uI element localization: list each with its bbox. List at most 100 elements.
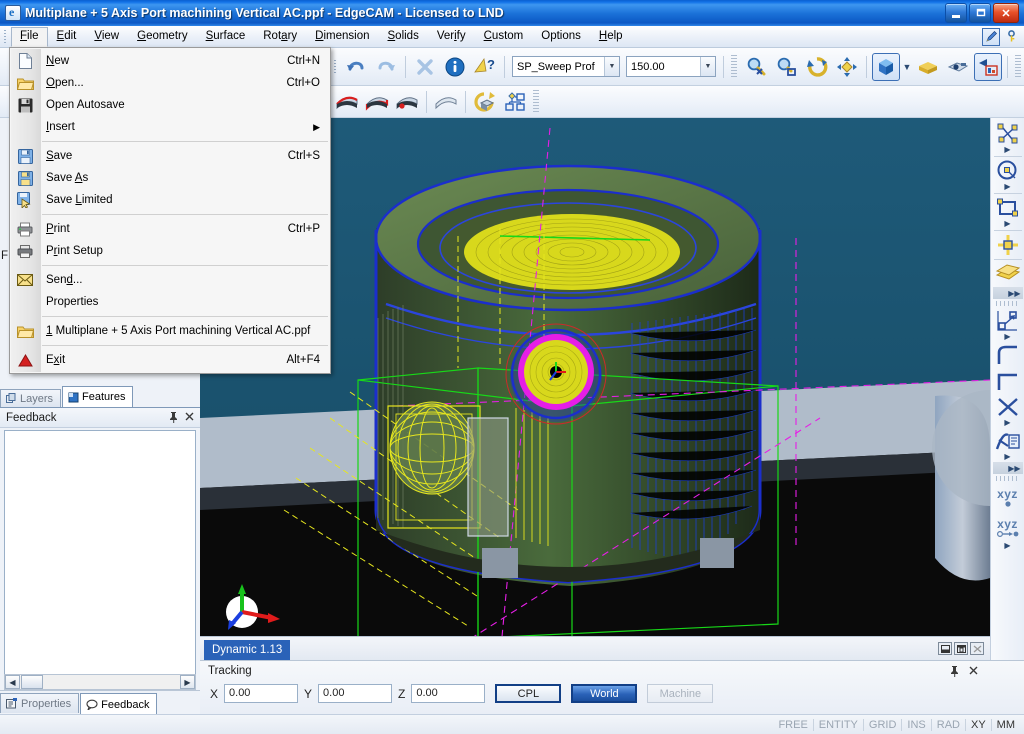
- mdi-restore-icon[interactable]: [954, 642, 968, 655]
- status-xy[interactable]: XY: [966, 718, 992, 731]
- toolbar2-overflow-grip[interactable]: [533, 89, 539, 114]
- help-pointer-icon[interactable]: ?: [471, 53, 499, 81]
- feedback-hscrollbar[interactable]: ◀ ▶: [4, 674, 196, 690]
- feedback-content-area[interactable]: [4, 430, 196, 690]
- menu-options[interactable]: Options: [532, 27, 590, 46]
- undo-icon[interactable]: [342, 53, 370, 81]
- chevron-down-icon[interactable]: ▼: [604, 57, 619, 76]
- status-ins[interactable]: INS: [902, 718, 932, 731]
- toolbar-grip-dots-2[interactable]: [995, 476, 1020, 481]
- menu-item-open-autosave[interactable]: Open Autosave: [10, 94, 330, 116]
- menu-dimension[interactable]: Dimension: [306, 27, 378, 46]
- circle-flyout-icon[interactable]: ▶: [993, 183, 1023, 192]
- menu-geometry[interactable]: Geometry: [128, 27, 197, 46]
- toolbar-grip-dots[interactable]: [995, 301, 1020, 306]
- menu-item-save-as[interactable]: Save As: [10, 167, 330, 189]
- xyz-absolute-icon[interactable]: xyz: [993, 483, 1023, 513]
- y-coordinate-field[interactable]: 0.00: [318, 684, 393, 703]
- menu-file[interactable]: File: [11, 27, 48, 47]
- sidebar-tab-features[interactable]: Features: [62, 386, 134, 407]
- pin-icon[interactable]: [169, 412, 178, 423]
- mdi-minimize-icon[interactable]: [938, 642, 952, 655]
- trim-flyout-icon[interactable]: ▶: [993, 419, 1023, 428]
- menu-verify[interactable]: Verify: [428, 27, 475, 46]
- rotate-solid-icon[interactable]: [471, 88, 499, 116]
- zoom-window-icon[interactable]: [773, 53, 801, 81]
- surface-stack-icon[interactable]: [993, 261, 1023, 287]
- chevron-down-icon[interactable]: ▼: [901, 62, 913, 72]
- status-mm[interactable]: MM: [992, 719, 1020, 731]
- menu-item-print[interactable]: Print Ctrl+P: [10, 218, 330, 240]
- toolbar-grip-1[interactable]: [332, 58, 339, 76]
- sidebar-tab-layers[interactable]: Layers: [0, 389, 62, 407]
- pan-view-icon[interactable]: [833, 53, 861, 81]
- menu-item-recent-file-1[interactable]: 1 Multiplane + 5 Axis Port machining Ver…: [10, 320, 330, 342]
- menu-surface[interactable]: Surface: [197, 27, 255, 46]
- menu-item-send[interactable]: Send...: [10, 269, 330, 291]
- close-icon[interactable]: [185, 412, 194, 423]
- modify-flyout-icon[interactable]: ▶: [993, 453, 1023, 462]
- rotate-view-icon[interactable]: [803, 53, 831, 81]
- close-button[interactable]: ✕: [993, 3, 1019, 23]
- point-icon[interactable]: [993, 232, 1023, 258]
- surface-red-top-icon[interactable]: [333, 88, 361, 116]
- toolbar-overflow-right[interactable]: [1015, 54, 1021, 79]
- bottom-tab-properties[interactable]: Properties: [0, 693, 80, 713]
- status-rad[interactable]: RAD: [932, 718, 966, 731]
- x-coordinate-field[interactable]: 0.00: [224, 684, 299, 703]
- menu-item-save-limited[interactable]: Save Limited: [10, 189, 330, 211]
- pencil-edit-icon[interactable]: [982, 27, 1000, 46]
- menu-item-print-setup[interactable]: Print Setup: [10, 240, 330, 262]
- key-license-icon[interactable]: [1002, 28, 1020, 46]
- scroll-left-button[interactable]: ◀: [5, 675, 20, 689]
- surface-red-point-icon[interactable]: [393, 88, 421, 116]
- zoom-fit-icon[interactable]: [743, 53, 771, 81]
- status-free[interactable]: FREE: [773, 718, 814, 731]
- chamfer-icon[interactable]: [993, 368, 1023, 394]
- rectangle-flyout-icon[interactable]: ▶: [993, 220, 1023, 229]
- menu-custom[interactable]: Custom: [475, 27, 533, 46]
- chevron-down-icon[interactable]: ▼: [700, 57, 715, 76]
- menu-item-insert[interactable]: Insert ▶: [10, 116, 330, 138]
- xyz-flyout-icon[interactable]: ▶: [993, 542, 1023, 551]
- cancel-icon[interactable]: [411, 53, 439, 81]
- toolbar-scroll-handle-2[interactable]: ▶▶: [992, 462, 1023, 474]
- mdi-close-icon[interactable]: [970, 642, 984, 655]
- redo-icon[interactable]: [372, 53, 400, 81]
- menu-solids[interactable]: Solids: [379, 27, 428, 46]
- toolbar-overflow-grip[interactable]: [731, 54, 737, 79]
- size-combo[interactable]: 150.00 ▼: [626, 56, 716, 77]
- surface-red-edge-icon[interactable]: [363, 88, 391, 116]
- render-box-icon[interactable]: [944, 53, 972, 81]
- z-coordinate-field[interactable]: 0.00: [411, 684, 486, 703]
- transform-flyout-icon[interactable]: ▶: [993, 333, 1023, 342]
- menu-item-new[interactable]: New Ctrl+N: [10, 50, 330, 72]
- menu-item-properties[interactable]: Properties: [10, 291, 330, 313]
- geometry-line-flyout-icon[interactable]: ▶: [993, 146, 1023, 155]
- status-grid[interactable]: GRID: [864, 718, 903, 731]
- menu-rotary[interactable]: Rotary: [254, 27, 306, 46]
- transform-icon[interactable]: [993, 308, 1023, 334]
- modify-properties-icon[interactable]: [993, 428, 1023, 454]
- status-entity[interactable]: ENTITY: [814, 718, 864, 731]
- xyz-relative-icon[interactable]: xyz: [993, 513, 1023, 543]
- fillet-icon[interactable]: [993, 342, 1023, 368]
- circle-icon[interactable]: [993, 158, 1023, 184]
- open-box-icon[interactable]: [914, 53, 942, 81]
- world-mode-button[interactable]: World: [571, 684, 638, 703]
- close-icon[interactable]: [969, 666, 978, 677]
- menu-item-open[interactable]: Open... Ctrl+O: [10, 72, 330, 94]
- scroll-thumb[interactable]: [21, 675, 43, 689]
- bottom-tab-feedback[interactable]: Feedback: [80, 693, 158, 715]
- view-tab-dynamic[interactable]: Dynamic 1.13: [204, 639, 291, 660]
- cpl-mode-button[interactable]: CPL: [495, 684, 562, 703]
- scroll-right-button[interactable]: ▶: [180, 675, 195, 689]
- restore-button[interactable]: [969, 3, 991, 23]
- menu-view[interactable]: View: [85, 27, 128, 46]
- menubar-grip[interactable]: [2, 28, 9, 46]
- surface-plain-icon[interactable]: [432, 88, 460, 116]
- menu-item-exit[interactable]: Exit Alt+F4: [10, 349, 330, 371]
- rectangle-icon[interactable]: [993, 195, 1023, 221]
- geometry-line-icon[interactable]: [993, 121, 1023, 147]
- minimize-button[interactable]: [945, 3, 967, 23]
